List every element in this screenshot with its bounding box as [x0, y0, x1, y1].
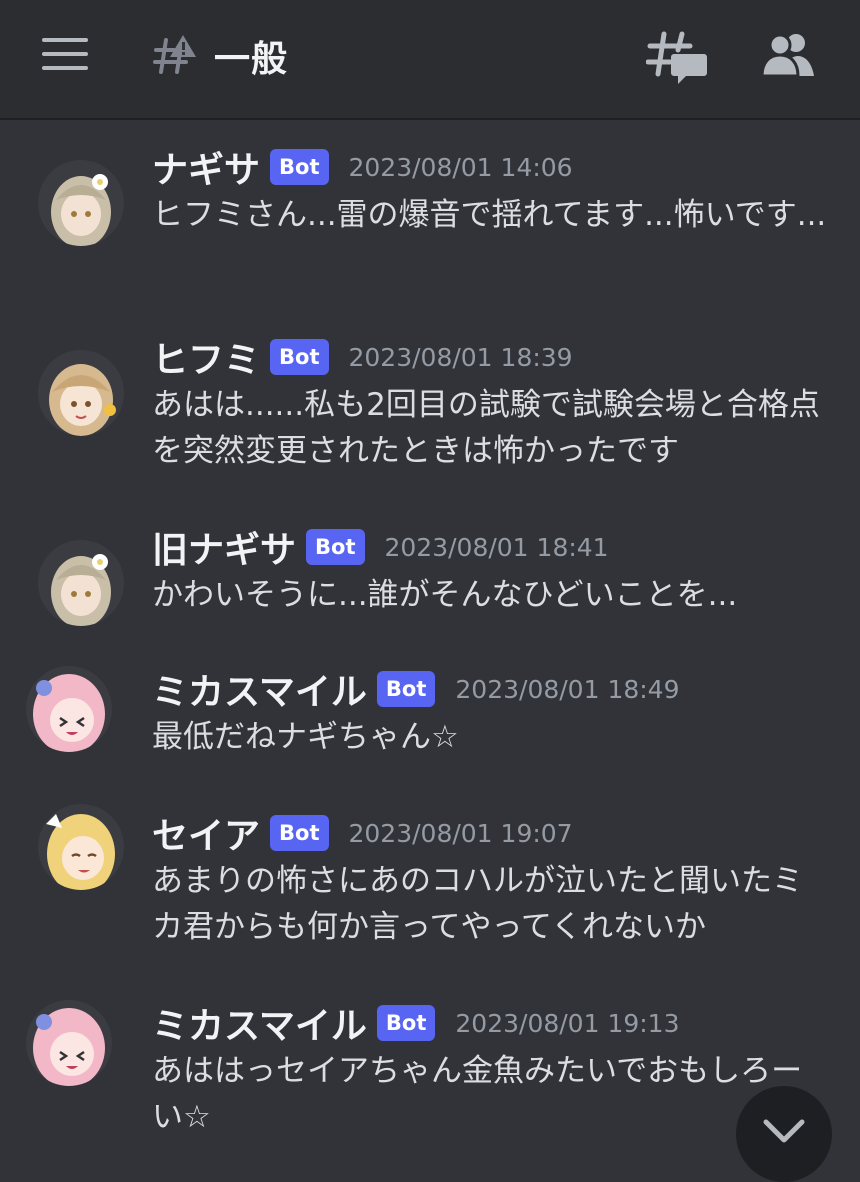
message-header: セイア Bot 2023/08/01 19:07 — [152, 808, 573, 858]
hamburger-menu-icon[interactable] — [42, 38, 88, 72]
message-header: 旧ナギサ Bot 2023/08/01 18:41 — [152, 522, 609, 572]
threads-icon[interactable] — [646, 30, 708, 86]
timestamp: 2023/08/01 18:41 — [384, 532, 609, 562]
timestamp: 2023/08/01 18:49 — [455, 674, 680, 704]
text-channel-rules-icon — [153, 35, 196, 74]
username[interactable]: 旧ナギサ — [152, 521, 296, 573]
message-header: ミカスマイル Bot 2023/08/01 18:49 — [152, 664, 680, 714]
avatar[interactable] — [38, 350, 124, 436]
message-text: あははっセイアちゃん金魚みたいでおもしろーい☆ — [152, 1053, 803, 1135]
timestamp: 2023/08/01 19:13 — [455, 1008, 680, 1038]
username[interactable]: ナギサ — [152, 141, 260, 193]
channel-header: 一般 — [0, 0, 860, 120]
scroll-to-bottom-button[interactable] — [736, 1086, 832, 1182]
avatar[interactable] — [26, 1000, 112, 1086]
bot-badge: Bot — [270, 149, 329, 185]
message-list[interactable]: ナギサ Bot 2023/08/01 14:06 ヒフミさん...雷の爆音で揺れ… — [0, 120, 860, 1178]
message-text: ヒフミさん...雷の爆音で揺れてます...怖いです... — [152, 197, 827, 233]
username[interactable]: ミカスマイル — [152, 997, 367, 1049]
bot-badge: Bot — [270, 339, 329, 375]
bot-badge: Bot — [376, 1005, 436, 1041]
members-icon[interactable] — [760, 32, 816, 78]
message-text: あはは......私も2回目の試験で試験会場と合格点を突然変更されたときは怖かっ… — [152, 387, 820, 469]
message-text: あまりの怖さにあのコハルが泣いたと聞いたミカ君からも何か言ってやってくれないか — [152, 863, 803, 945]
timestamp: 2023/08/01 18:39 — [348, 342, 573, 372]
message-text: 最低だねナギちゃん☆ — [152, 719, 459, 755]
avatar[interactable] — [38, 804, 124, 890]
bot-badge: Bot — [306, 529, 365, 565]
timestamp: 2023/08/01 19:07 — [348, 818, 573, 848]
bot-badge: Bot — [270, 815, 329, 851]
timestamp: 2023/08/01 14:06 — [348, 152, 573, 182]
avatar[interactable] — [38, 160, 124, 246]
chevron-down-icon — [763, 1119, 805, 1143]
avatar[interactable] — [38, 540, 124, 626]
username[interactable]: ミカスマイル — [152, 663, 367, 715]
message-header: ヒフミ Bot 2023/08/01 18:39 — [152, 332, 573, 382]
username[interactable]: セイア — [152, 807, 260, 859]
channel-name: 一般 — [214, 39, 289, 80]
avatar[interactable] — [26, 666, 112, 752]
message-header: ミカスマイル Bot 2023/08/01 19:13 — [152, 998, 680, 1048]
username[interactable]: ヒフミ — [152, 331, 260, 383]
message-text: かわいそうに...誰がそんなひどいことを... — [152, 577, 738, 613]
message-header: ナギサ Bot 2023/08/01 14:06 — [152, 142, 573, 192]
bot-badge: Bot — [376, 671, 436, 707]
